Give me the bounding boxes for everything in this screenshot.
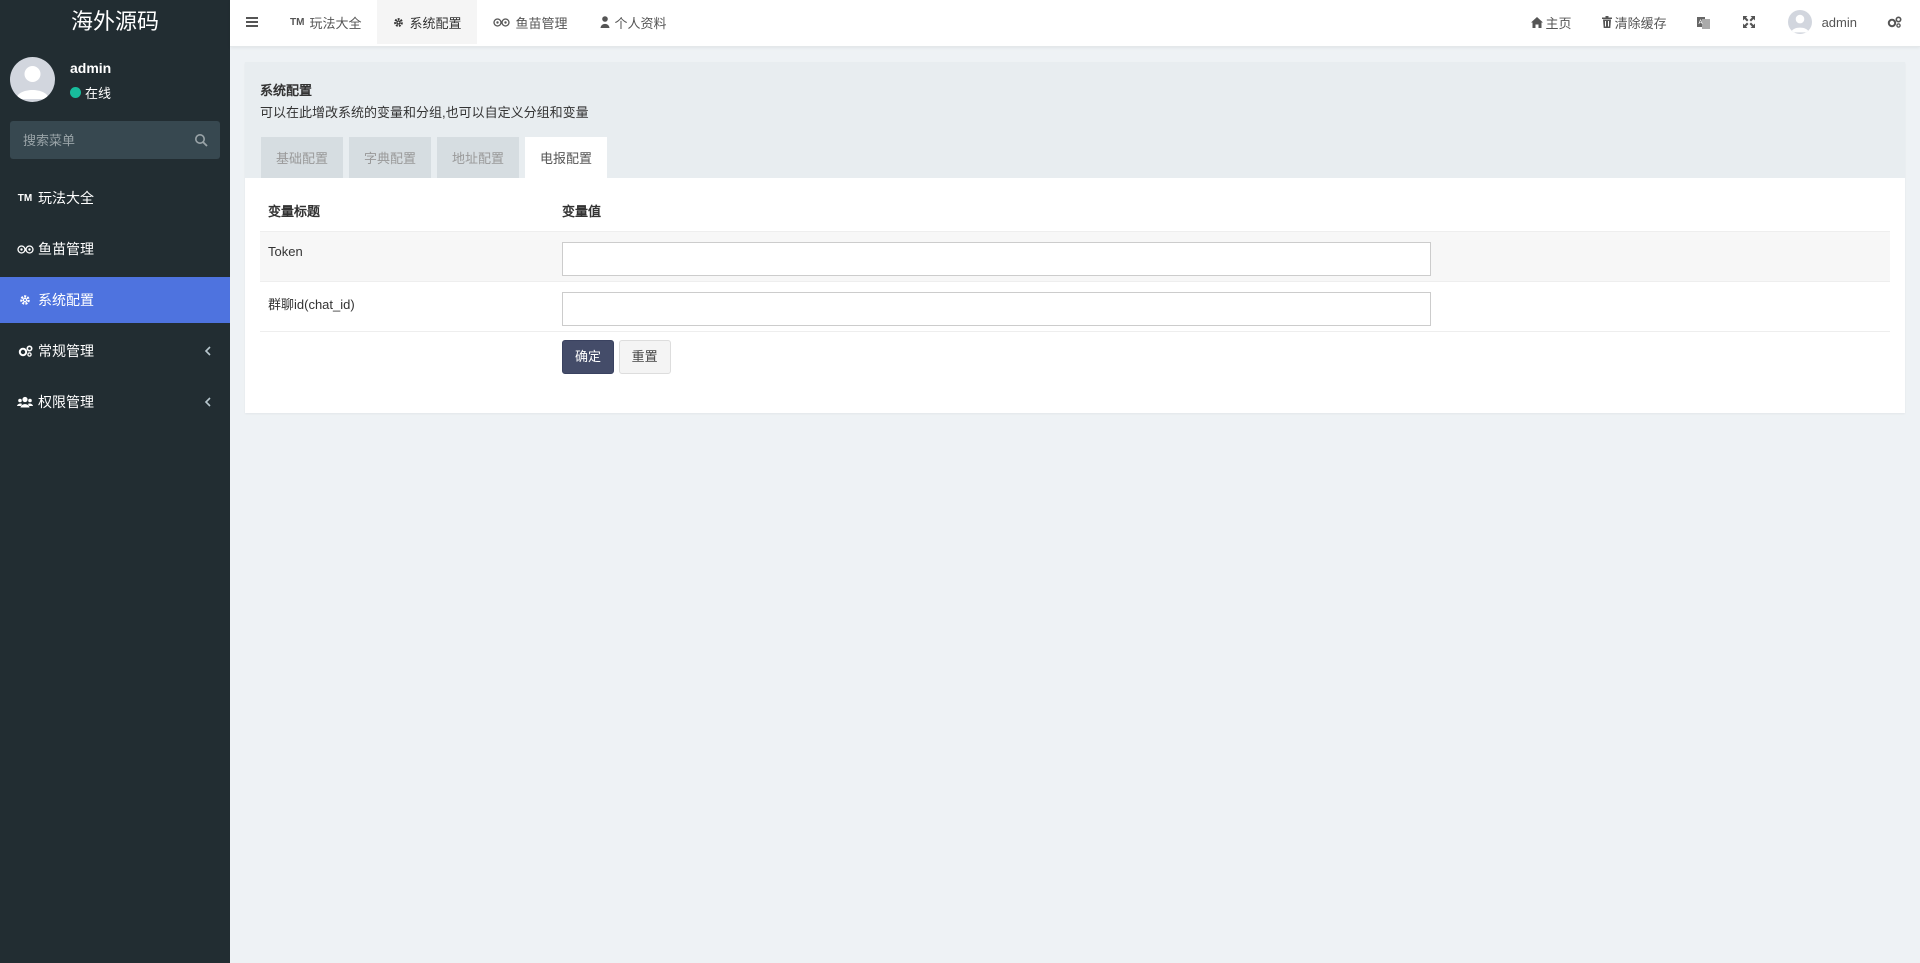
gear-icon xyxy=(16,294,34,306)
tab-telegram-config[interactable]: 电报配置 xyxy=(525,137,608,178)
menu-search-input[interactable] xyxy=(10,121,180,159)
tab-system-config[interactable]: 系统配置 xyxy=(377,0,478,44)
menu-search xyxy=(10,121,220,159)
variable-label-chat-id: 群聊id(chat_id) xyxy=(260,281,554,332)
sidebar-item-permission-management[interactable]: 权限管理 xyxy=(0,379,230,425)
gear-icon xyxy=(393,17,404,28)
tab-profile[interactable]: 个人资料 xyxy=(584,0,683,44)
panel-title: 系统配置 xyxy=(260,83,313,98)
sidebar-item-general-management[interactable]: 常规管理 xyxy=(0,328,230,374)
user-name: admin xyxy=(70,60,112,76)
language-switch[interactable]: A xyxy=(1682,0,1728,44)
top-navbar: TM 玩法大全 系统配置 鱼苗管理 个人资料 主页 清除缓存 A admin xyxy=(230,0,1920,47)
token-input[interactable] xyxy=(562,241,1431,276)
avatar xyxy=(10,57,55,102)
tab-gameplay[interactable]: TM 玩法大全 xyxy=(274,0,377,44)
users-icon xyxy=(16,396,34,408)
avatar xyxy=(1787,10,1812,34)
user-status-label: 在线 xyxy=(85,86,112,101)
tripadvisor-icon xyxy=(493,17,511,27)
sidebar-item-label: 鱼苗管理 xyxy=(38,241,94,257)
online-status-icon xyxy=(70,87,81,98)
table-row: 群聊id(chat_id) xyxy=(260,281,1890,332)
user-menu-name: admin xyxy=(1821,14,1857,30)
form-actions: 确定 重置 xyxy=(554,331,1890,381)
sidebar-item-system-config[interactable]: 系统配置 xyxy=(0,277,230,323)
panel-description: 可以在此增改系统的变量和分组,也可以自定义分组和变量 xyxy=(260,105,589,120)
expand-icon xyxy=(1742,16,1755,28)
search-icon[interactable] xyxy=(194,133,208,147)
user-status: 在线 xyxy=(70,83,111,102)
config-table: 变量标题 变量值 Token 群聊id(chat_id) 确定 重置 xyxy=(260,191,1890,381)
tab-basic-config[interactable]: 基础配置 xyxy=(261,137,344,178)
fullscreen-button[interactable] xyxy=(1728,0,1773,44)
user-panel: admin 在线 xyxy=(0,46,230,114)
sidebar-menu: TM 玩法大全 鱼苗管理 系统配置 常规管理 权限管理 xyxy=(0,175,230,430)
column-header-title: 变量标题 xyxy=(260,191,554,232)
reset-button[interactable]: 重置 xyxy=(618,339,671,374)
cogs-icon xyxy=(16,345,34,357)
user-menu[interactable]: admin xyxy=(1773,0,1872,44)
tab-address-config[interactable]: 地址配置 xyxy=(437,137,520,178)
sidebar: 海外源码 admin 在线 TM 玩法大全 鱼苗管理 系统配置 xyxy=(0,0,230,963)
sidebar-toggle[interactable] xyxy=(230,0,274,44)
user-icon xyxy=(600,16,610,28)
home-label: 主页 xyxy=(1545,15,1572,31)
sidebar-item-label: 系统配置 xyxy=(38,292,94,308)
trademark-icon: TM xyxy=(290,16,305,28)
brand-logo[interactable]: 海外源码 xyxy=(0,0,230,46)
panel-heading: 系统配置 可以在此增改系统的变量和分组,也可以自定义分组和变量 基础配置 字典配… xyxy=(245,62,1905,178)
control-sidebar-toggle[interactable] xyxy=(1872,0,1920,44)
cogs-icon xyxy=(1887,16,1902,28)
variable-value-cell xyxy=(554,281,1890,332)
sidebar-item-fry-management[interactable]: 鱼苗管理 xyxy=(0,226,230,272)
tab-dictionary-config[interactable]: 字典配置 xyxy=(349,137,432,178)
sidebar-item-label: 玩法大全 xyxy=(38,190,94,206)
top-tabs: TM 玩法大全 系统配置 鱼苗管理 个人资料 xyxy=(274,0,683,44)
chevron-left-icon xyxy=(204,346,211,356)
config-tabs: 基础配置 字典配置 地址配置 电报配置 xyxy=(261,137,613,178)
table-header-row: 变量标题 变量值 xyxy=(260,191,1890,232)
tab-label: 个人资料 xyxy=(614,15,667,31)
tripadvisor-icon xyxy=(16,244,34,254)
clear-cache-button[interactable]: 清除缓存 xyxy=(1587,0,1682,44)
trash-icon xyxy=(1601,16,1612,28)
home-icon xyxy=(1530,16,1543,28)
chat-id-input[interactable] xyxy=(562,291,1431,326)
sidebar-item-label: 权限管理 xyxy=(38,394,94,410)
tab-label: 玩法大全 xyxy=(309,15,362,31)
column-header-value: 变量值 xyxy=(554,191,1890,232)
hamburger-icon xyxy=(246,17,258,27)
variable-value-cell xyxy=(554,231,1890,282)
tab-label: 鱼苗管理 xyxy=(515,15,568,31)
chevron-left-icon xyxy=(204,397,211,407)
trademark-icon: TM xyxy=(17,192,33,204)
tab-label: 系统配置 xyxy=(409,15,462,31)
form-actions-row: 确定 重置 xyxy=(260,331,1890,381)
tab-fry-management[interactable]: 鱼苗管理 xyxy=(477,0,583,44)
submit-button[interactable]: 确定 xyxy=(562,339,615,374)
empty-cell xyxy=(260,331,554,381)
sidebar-item-label: 常规管理 xyxy=(38,343,94,359)
variable-label-token: Token xyxy=(260,231,554,282)
table-row: Token xyxy=(260,231,1890,282)
top-right-actions: 主页 清除缓存 A admin xyxy=(1516,0,1920,44)
clear-cache-label: 清除缓存 xyxy=(1614,15,1667,31)
home-link[interactable]: 主页 xyxy=(1516,0,1587,44)
config-panel: 系统配置 可以在此增改系统的变量和分组,也可以自定义分组和变量 基础配置 字典配… xyxy=(245,62,1905,413)
translate-icon: A xyxy=(1696,16,1710,29)
sidebar-item-gameplay[interactable]: TM 玩法大全 xyxy=(0,175,230,221)
